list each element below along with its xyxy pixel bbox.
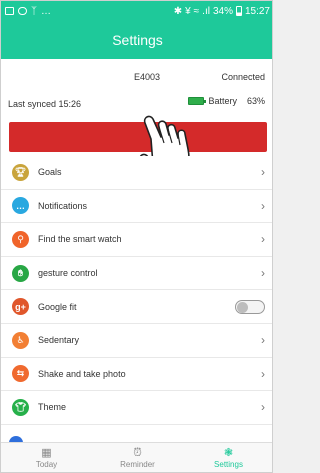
menu-item-label: Google fit (38, 301, 77, 312)
tab-label: Today (35, 460, 58, 469)
device-name: E4003 (134, 72, 161, 82)
chevron-right-icon: › (261, 232, 265, 247)
menu-item-label: Goals (38, 167, 62, 178)
device-battery-icon (188, 97, 207, 105)
menu-item-sedentary[interactable]: ♿︎ Sedentary › (1, 323, 272, 358)
menu-item-find-watch[interactable]: ⚲ Find the smart watch › (1, 223, 272, 257)
battery-value: 63% (246, 96, 265, 106)
wifi-icon: ≈ (193, 5, 200, 17)
sitting-icon: ♿︎ (12, 331, 29, 349)
app-icon (18, 7, 27, 15)
status-time: 15:27 (244, 5, 270, 17)
tab-label: Reminder (120, 460, 155, 469)
status-battery-percent: 34% (212, 5, 233, 17)
mute-icon: ¥ (185, 5, 191, 17)
google-plus-icon: g+ (12, 298, 29, 316)
menu-item-label: Find the smart watch (38, 234, 122, 245)
chevron-right-icon: › (261, 266, 265, 281)
hand-icon: ✋︎ (12, 264, 29, 282)
usb-icon: ᛉ (31, 5, 37, 17)
chevron-right-icon: › (261, 198, 265, 213)
chevron-right-icon: › (261, 400, 265, 415)
chevron-right-icon: › (261, 366, 265, 381)
chevron-right-icon: › (261, 333, 265, 348)
last-synced: Last synced 15:26 (8, 99, 82, 109)
menu-item-label: Shake and take photo (38, 368, 126, 379)
menu-item-label: gesture control (38, 268, 98, 279)
app-header: Settings (1, 21, 272, 59)
status-bar: ᛉ … ✱ ¥ ≈ .ıl 34% 15:27 (1, 1, 272, 21)
image-icon (5, 7, 14, 15)
menu-item-label: Notifications (38, 200, 88, 211)
calendar-icon: ▦ (41, 447, 52, 459)
trophy-icon: 🏆︎ (12, 163, 29, 181)
signal-icon: .ıl (202, 5, 210, 17)
tab-label: Settings (214, 460, 243, 469)
settings-menu: 🏆︎ Goals › … Notifications › ⚲ Find the … (1, 156, 272, 425)
search-icon: ⚲ (12, 230, 29, 248)
battery-label: Battery (208, 96, 237, 106)
bottom-tab-bar: ▦ Today ⏰︎ Reminder ❃ Settings (1, 442, 272, 472)
menu-item-gesture-control[interactable]: ✋︎ gesture control › (1, 256, 272, 291)
toggle-knob (237, 301, 248, 313)
battery-icon (235, 6, 242, 16)
shake-icon: ⇆ (12, 365, 29, 383)
connection-status: Connected (221, 72, 265, 82)
menu-item-shake-photo[interactable]: ⇆ Shake and take photo › (1, 357, 272, 392)
menu-item-google-fit: g+ Google fit (1, 290, 272, 324)
chevron-right-icon: › (261, 165, 265, 180)
alarm-clock-icon: ⏰︎ (133, 447, 142, 459)
google-fit-toggle[interactable] (235, 299, 265, 314)
tab-today[interactable]: ▦ Today (1, 443, 92, 472)
settings-icon: ❃ (223, 447, 234, 459)
menu-item-notifications[interactable]: … Notifications › (1, 189, 272, 224)
app-frame: ᛉ … ✱ ¥ ≈ .ıl 34% 15:27 Settings E4003 C… (0, 0, 273, 473)
menu-item-label: Sedentary (38, 335, 80, 346)
tab-settings[interactable]: ❃ Settings (183, 443, 272, 472)
more-dots-icon: … (41, 5, 51, 17)
shirt-icon: 👕︎ (12, 398, 29, 416)
page-title: Settings (112, 32, 163, 48)
menu-item-theme[interactable]: 👕︎ Theme › (1, 391, 272, 425)
menu-item-label: Theme (38, 402, 67, 413)
tab-reminder[interactable]: ⏰︎ Reminder (92, 443, 183, 472)
bluetooth-icon: ✱ (173, 5, 183, 17)
chat-icon: … (12, 197, 29, 215)
menu-item-goals[interactable]: 🏆︎ Goals › (1, 156, 272, 190)
